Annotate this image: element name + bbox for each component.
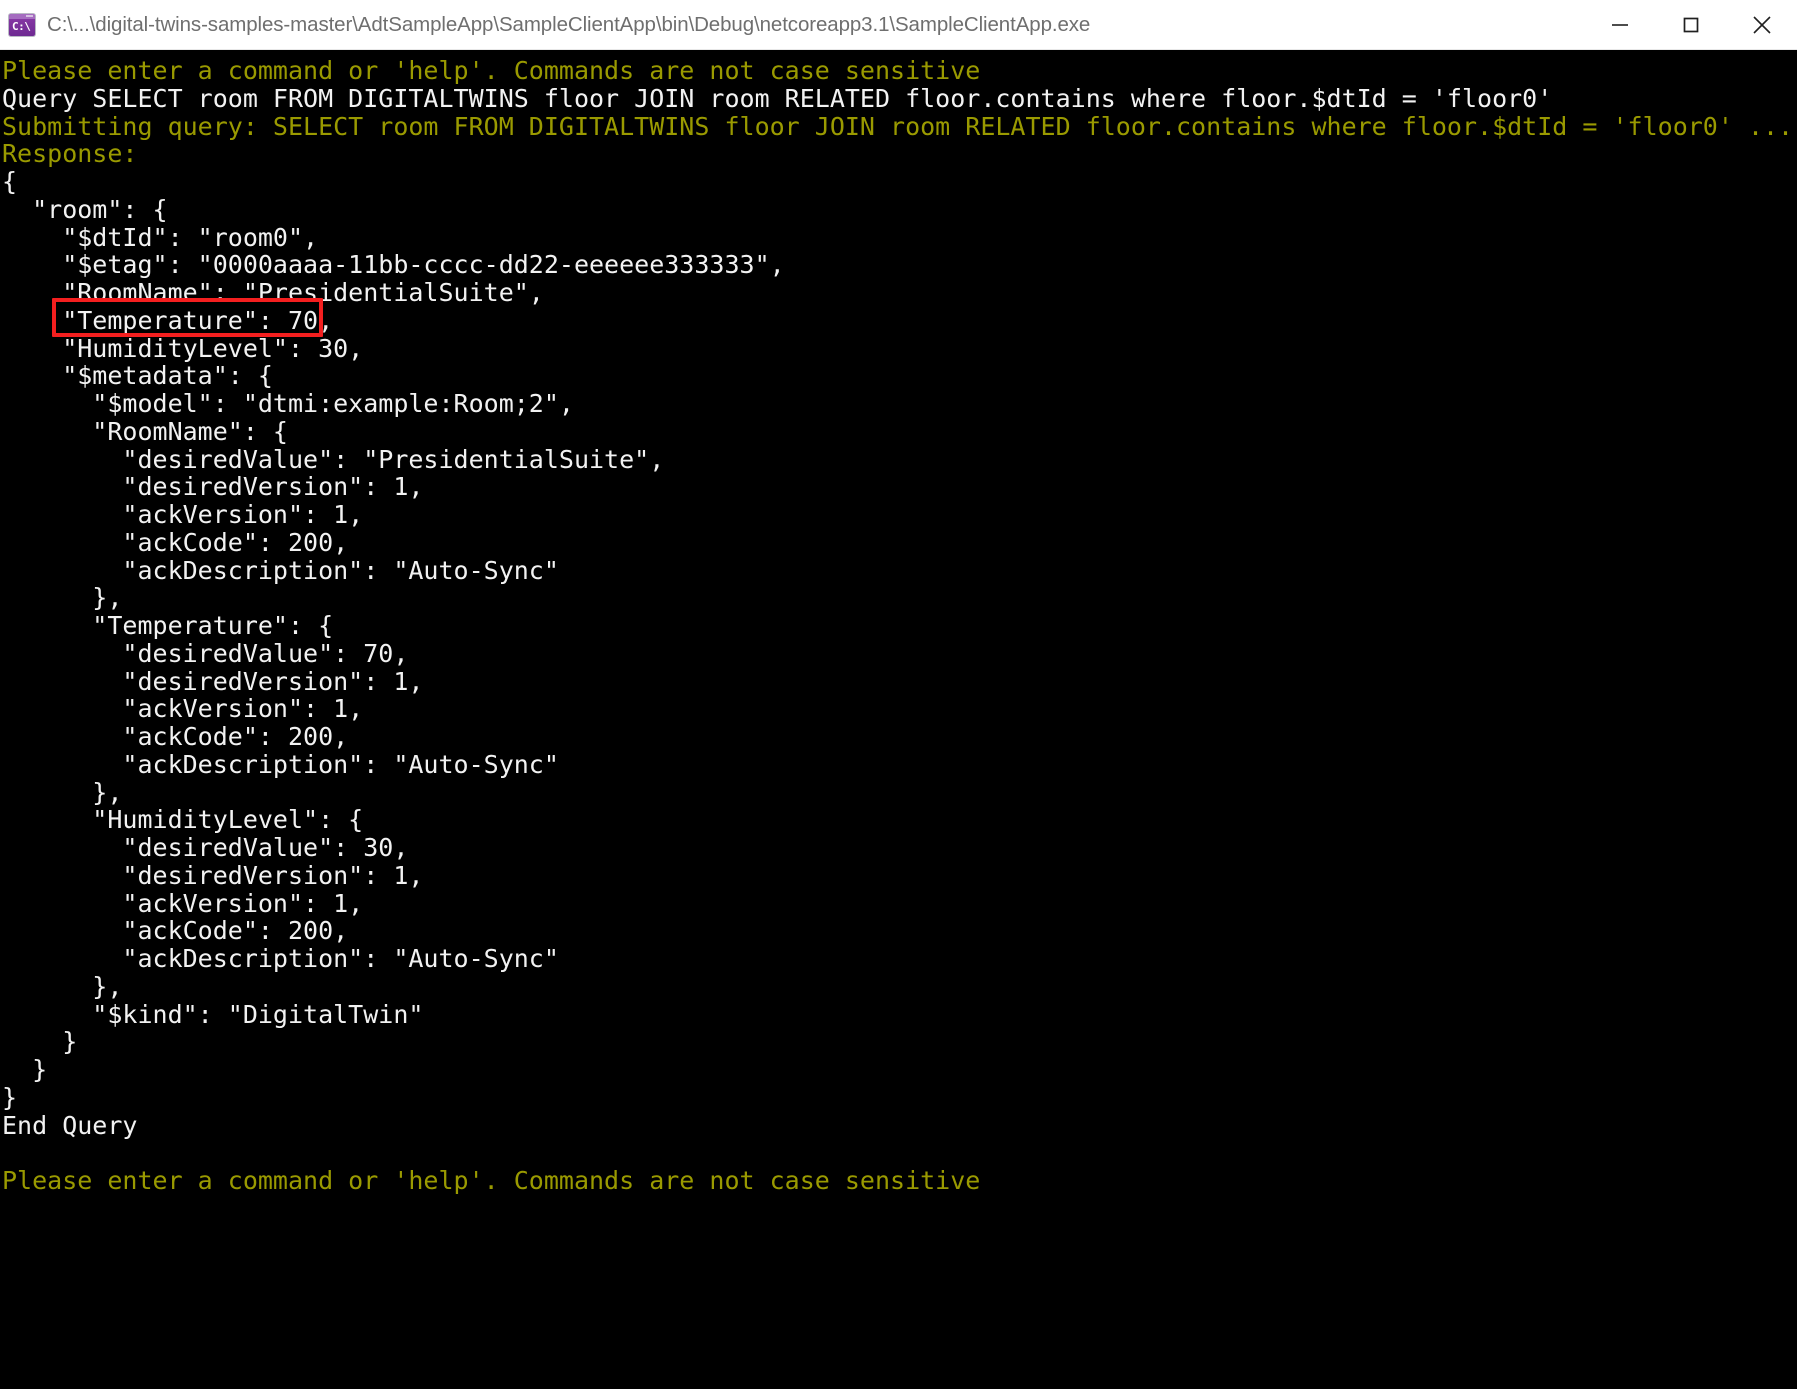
window-controls xyxy=(1584,0,1797,50)
console-line: } xyxy=(2,1082,18,1112)
console-line: "desiredVersion": 1, xyxy=(2,860,424,890)
console-line: Query SELECT room FROM DIGITALTWINS floo… xyxy=(2,83,1553,113)
console-line: "ackCode": 200, xyxy=(2,722,349,751)
console-line: Please enter a command or 'help'. Comman… xyxy=(2,1166,981,1195)
console-line: "room": { xyxy=(2,194,168,224)
console-line: } xyxy=(2,1055,48,1084)
console-line: End Query xyxy=(2,1110,138,1140)
console-line: "Temperature": { xyxy=(2,611,334,640)
console-line: "$dtId": "room0", xyxy=(2,222,319,252)
console-line: "desiredVersion": 1, xyxy=(2,472,424,502)
console-line: } xyxy=(2,1027,78,1057)
console-line: Submitting query: SELECT room FROM DIGIT… xyxy=(2,111,1794,141)
minimize-button[interactable] xyxy=(1584,0,1655,50)
console-line: "ackDescription": "Auto-Sync" xyxy=(2,749,559,779)
console-line: "Temperature": 70, xyxy=(2,305,334,335)
app-icon-prompt-glyph: C:\ xyxy=(12,19,31,33)
console-line: { xyxy=(2,167,18,196)
console-output-area[interactable]: Please enter a command or 'help'. Comman… xyxy=(0,50,1797,1389)
maximize-icon xyxy=(1683,17,1698,32)
console-line: "desiredValue": 30, xyxy=(2,833,409,862)
console-line: "ackDescription": "Auto-Sync" xyxy=(2,555,559,585)
console-line: "RoomName": { xyxy=(2,416,288,446)
console-line: Response: xyxy=(2,139,138,169)
console-line: "ackCode": 200, xyxy=(2,916,349,946)
console-line: "desiredValue": 70, xyxy=(2,638,409,668)
console-line: "desiredValue": "PresidentialSuite", xyxy=(2,444,665,474)
console-line-list: Please enter a command or 'help'. Comman… xyxy=(0,57,1797,1195)
console-line: "$kind": "DigitalTwin" xyxy=(2,999,424,1029)
close-icon xyxy=(1752,15,1771,34)
window-title-bar[interactable]: C:\ C:\...\digital-twins-samples-master\… xyxy=(0,0,1797,50)
console-line: }, xyxy=(2,971,123,1001)
minimize-icon xyxy=(1611,23,1628,26)
maximize-button[interactable] xyxy=(1655,0,1726,50)
console-line: "ackVersion": 1, xyxy=(2,500,364,529)
app-icon-titlebar-stripe xyxy=(9,13,35,19)
console-line: "RoomName": "PresidentialSuite", xyxy=(2,278,544,307)
console-line: "HumidityLevel": 30, xyxy=(2,333,364,363)
close-button[interactable] xyxy=(1726,0,1797,50)
console-line: "$model": "dtmi:example:Room;2", xyxy=(2,389,574,418)
console-line: "$metadata": { xyxy=(2,361,273,391)
console-line: "HumidityLevel": { xyxy=(2,805,364,835)
console-app-icon: C:\ xyxy=(9,13,35,36)
console-line: }, xyxy=(2,583,123,613)
console-line: }, xyxy=(2,777,123,807)
console-line: "$etag": "0000aaaa-11bb-cccc-dd22-eeeeee… xyxy=(2,250,785,280)
console-line: "desiredVersion": 1, xyxy=(2,666,424,696)
console-line: "ackDescription": "Auto-Sync" xyxy=(2,944,559,973)
console-line: "ackVersion": 1, xyxy=(2,888,364,918)
window-title-text: C:\...\digital-twins-samples-master\AdtS… xyxy=(47,12,1091,36)
console-line: "ackVersion": 1, xyxy=(2,694,364,724)
console-line: Please enter a command or 'help'. Comman… xyxy=(2,56,981,85)
console-line: "ackCode": 200, xyxy=(2,527,349,557)
